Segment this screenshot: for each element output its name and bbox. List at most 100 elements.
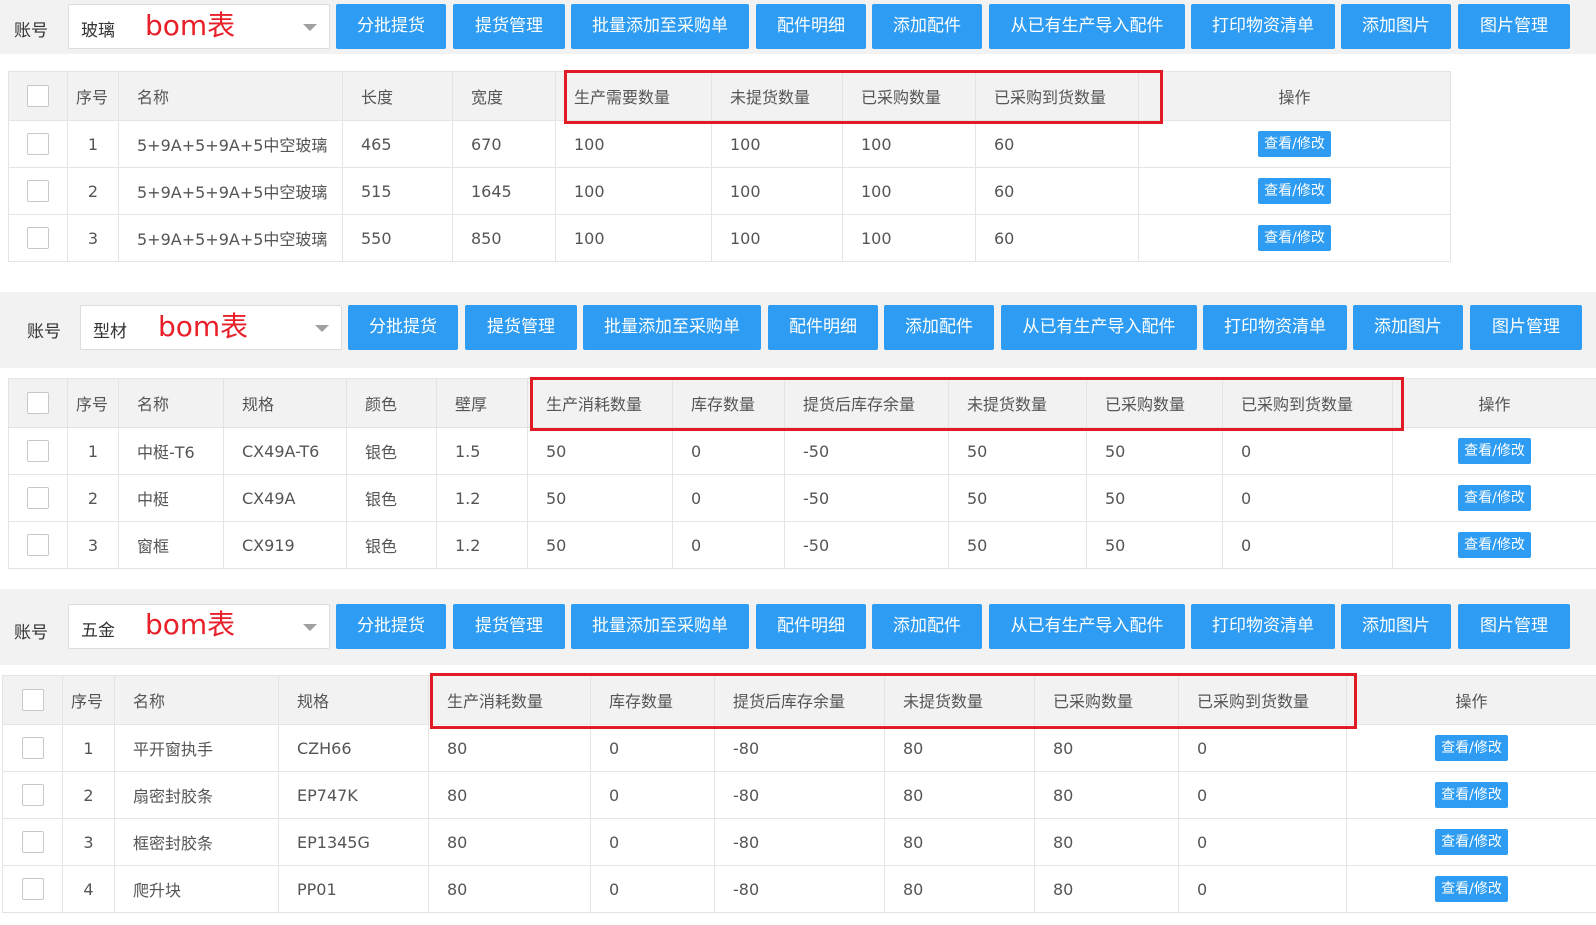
cell: 60 — [975, 167, 1139, 215]
view-edit-button[interactable]: 查看/修改 — [1258, 178, 1331, 204]
cell: 50 — [1086, 474, 1223, 522]
batch-add-purchase-button[interactable]: 批量添加至采购单 — [583, 305, 761, 350]
cell: -80 — [714, 818, 885, 866]
add-image-button[interactable]: 添加图片 — [1341, 604, 1451, 649]
view-edit-button[interactable]: 查看/修改 — [1258, 131, 1331, 157]
row-index: 1 — [62, 724, 115, 772]
print-materials-button[interactable]: 打印物资清单 — [1203, 305, 1347, 350]
batch-add-purchase-button[interactable]: 批量添加至采购单 — [571, 4, 749, 49]
view-edit-button[interactable]: 查看/修改 — [1458, 438, 1531, 464]
row-checkbox[interactable] — [8, 167, 68, 215]
row-checkbox[interactable] — [8, 214, 68, 262]
view-edit-button[interactable]: 查看/修改 — [1435, 735, 1508, 761]
col-header: 提货后库存余量 — [714, 675, 885, 725]
cell: 0 — [590, 771, 715, 819]
account-label: 账号 — [14, 21, 48, 41]
image-manage-button[interactable]: 图片管理 — [1458, 4, 1570, 49]
col-header: 生产消耗数量 — [428, 675, 591, 725]
col-header: 已采购到货数量 — [1178, 675, 1347, 725]
table-row: 1 平开窗执手 CZH66 80 0 -80 80 80 0 查看/修改 — [2, 724, 1596, 772]
cell: CX49A-T6 — [223, 427, 347, 475]
cell: 60 — [975, 214, 1139, 262]
print-materials-button[interactable]: 打印物资清单 — [1191, 604, 1335, 649]
cell: 1.2 — [436, 521, 528, 569]
row-checkbox[interactable] — [2, 771, 63, 819]
cell-name: 5+9A+5+9A+5中空玻璃 — [118, 214, 343, 262]
add-image-button[interactable]: 添加图片 — [1341, 4, 1451, 49]
image-manage-button[interactable]: 图片管理 — [1458, 604, 1570, 649]
cell: 50 — [1086, 521, 1223, 569]
chevron-down-icon — [315, 325, 329, 332]
bom-table-profile: 序号 名称 规格 颜色 壁厚 生产消耗数量 库存数量 提货后库存余量 未提货数量… — [8, 378, 1596, 569]
select-all-checkbox[interactable] — [2, 675, 63, 725]
add-image-button[interactable]: 添加图片 — [1353, 305, 1463, 350]
import-parts-button[interactable]: 从已有生产导入配件 — [989, 4, 1185, 49]
cell: 100 — [555, 167, 712, 215]
row-checkbox[interactable] — [8, 427, 68, 475]
view-edit-button[interactable]: 查看/修改 — [1458, 532, 1531, 558]
row-index: 2 — [67, 474, 119, 522]
table-row: 2 扇密封胶条 EP747K 80 0 -80 80 80 0 查看/修改 — [2, 771, 1596, 819]
add-part-button[interactable]: 添加配件 — [872, 4, 982, 49]
col-header: 规格 — [223, 378, 347, 428]
view-edit-button[interactable]: 查看/修改 — [1435, 876, 1508, 902]
cell: 50 — [527, 427, 673, 475]
batch-pickup-button[interactable]: 分批提货 — [336, 4, 446, 49]
table-row: 4 爬升块 PP01 80 0 -80 80 80 0 查看/修改 — [2, 865, 1596, 913]
table-row: 1 5+9A+5+9A+5中空玻璃 465 670 100 100 100 60… — [8, 120, 1451, 168]
batch-pickup-button[interactable]: 分批提货 — [336, 604, 446, 649]
pickup-manage-button[interactable]: 提货管理 — [465, 305, 577, 350]
cell-action: 查看/修改 — [1392, 521, 1596, 569]
print-materials-button[interactable]: 打印物资清单 — [1191, 4, 1335, 49]
account-select-value: 型材 — [93, 322, 127, 342]
parts-detail-button[interactable]: 配件明细 — [756, 4, 866, 49]
row-checkbox[interactable] — [2, 865, 63, 913]
col-header: 提货后库存余量 — [784, 378, 949, 428]
parts-detail-button[interactable]: 配件明细 — [756, 604, 866, 649]
col-header: 名称 — [118, 71, 343, 121]
batch-add-purchase-button[interactable]: 批量添加至采购单 — [571, 604, 749, 649]
row-index: 1 — [67, 120, 119, 168]
cell-name: 爬升块 — [114, 865, 279, 913]
select-all-checkbox[interactable] — [8, 378, 68, 428]
row-checkbox[interactable] — [2, 818, 63, 866]
add-part-button[interactable]: 添加配件 — [872, 604, 982, 649]
cell-action: 查看/修改 — [1346, 771, 1596, 819]
table-header-row: 序号 名称 规格 颜色 壁厚 生产消耗数量 库存数量 提货后库存余量 未提货数量… — [8, 378, 1596, 428]
table-header-row: 序号 名称 长度 宽度 生产需要数量 未提货数量 已采购数量 已采购到货数量 操… — [8, 71, 1451, 121]
col-header: 序号 — [62, 675, 115, 725]
view-edit-button[interactable]: 查看/修改 — [1435, 829, 1508, 855]
import-parts-button[interactable]: 从已有生产导入配件 — [989, 604, 1185, 649]
cell: 银色 — [346, 427, 437, 475]
col-header: 操作 — [1138, 71, 1451, 121]
cell: 100 — [842, 120, 976, 168]
view-edit-button[interactable]: 查看/修改 — [1458, 485, 1531, 511]
parts-detail-button[interactable]: 配件明细 — [768, 305, 878, 350]
row-checkbox[interactable] — [8, 474, 68, 522]
table-row: 3 5+9A+5+9A+5中空玻璃 550 850 100 100 100 60… — [8, 214, 1451, 262]
select-all-checkbox[interactable] — [8, 71, 68, 121]
cell: 银色 — [346, 474, 437, 522]
col-header: 库存数量 — [672, 378, 785, 428]
cell: 银色 — [346, 521, 437, 569]
row-checkbox[interactable] — [2, 724, 63, 772]
view-edit-button[interactable]: 查看/修改 — [1435, 782, 1508, 808]
cell: 80 — [1034, 724, 1179, 772]
image-manage-button[interactable]: 图片管理 — [1470, 305, 1582, 350]
cell: PP01 — [278, 865, 429, 913]
import-parts-button[interactable]: 从已有生产导入配件 — [1001, 305, 1197, 350]
row-checkbox[interactable] — [8, 120, 68, 168]
cell: CZH66 — [278, 724, 429, 772]
pickup-manage-button[interactable]: 提货管理 — [453, 4, 565, 49]
account-label: 账号 — [27, 322, 61, 342]
view-edit-button[interactable]: 查看/修改 — [1258, 225, 1331, 251]
col-header: 名称 — [114, 675, 279, 725]
col-header: 已采购数量 — [1086, 378, 1223, 428]
cell: 80 — [428, 818, 591, 866]
cell: 1.5 — [436, 427, 528, 475]
row-checkbox[interactable] — [8, 521, 68, 569]
batch-pickup-button[interactable]: 分批提货 — [348, 305, 458, 350]
add-part-button[interactable]: 添加配件 — [884, 305, 994, 350]
cell: 80 — [1034, 818, 1179, 866]
pickup-manage-button[interactable]: 提货管理 — [453, 604, 565, 649]
